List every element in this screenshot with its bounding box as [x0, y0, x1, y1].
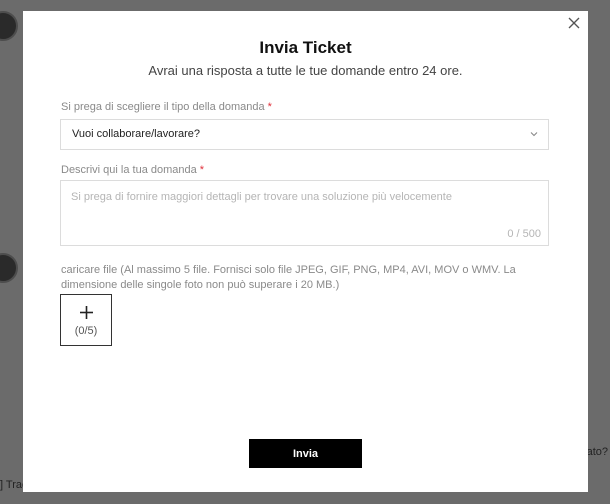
- upload-count: (0/5): [74, 325, 98, 337]
- question-type-value: Vuoi collaborare/lavorare?: [72, 128, 200, 140]
- background-avatar: [0, 253, 18, 283]
- submit-button[interactable]: Invia: [249, 439, 362, 468]
- description-textarea[interactable]: [61, 181, 548, 245]
- upload-file-button[interactable]: (0/5): [60, 294, 112, 346]
- close-button[interactable]: [566, 15, 582, 31]
- close-icon: [568, 17, 580, 29]
- background-avatar: [0, 11, 18, 41]
- description-label-text: Descrivi qui la tua domanda: [61, 164, 197, 176]
- chevron-down-icon: [530, 132, 538, 137]
- background-text: ato?: [586, 446, 608, 458]
- description-field-wrapper: 0 / 500: [60, 180, 549, 246]
- required-mark: *: [199, 164, 205, 176]
- question-type-label-text: Si prega di scegliere il tipo della doma…: [61, 101, 265, 113]
- plus-icon: [80, 306, 93, 319]
- required-mark: *: [267, 101, 272, 113]
- ticket-dialog: Invia Ticket Avrai una risposta a tutte …: [23, 11, 588, 492]
- upload-instructions: caricare file (Al massimo 5 file. Fornis…: [61, 264, 516, 291]
- dialog-subtitle: Avrai una risposta a tutte le tue domand…: [148, 63, 463, 78]
- character-counter: 0 / 500: [507, 228, 541, 240]
- description-label: Descrivi qui la tua domanda *: [61, 164, 204, 176]
- question-type-select[interactable]: Vuoi collaborare/lavorare?: [60, 119, 549, 150]
- question-type-label: Si prega di scegliere il tipo della doma…: [61, 101, 272, 113]
- dialog-title: Invia Ticket: [259, 38, 352, 57]
